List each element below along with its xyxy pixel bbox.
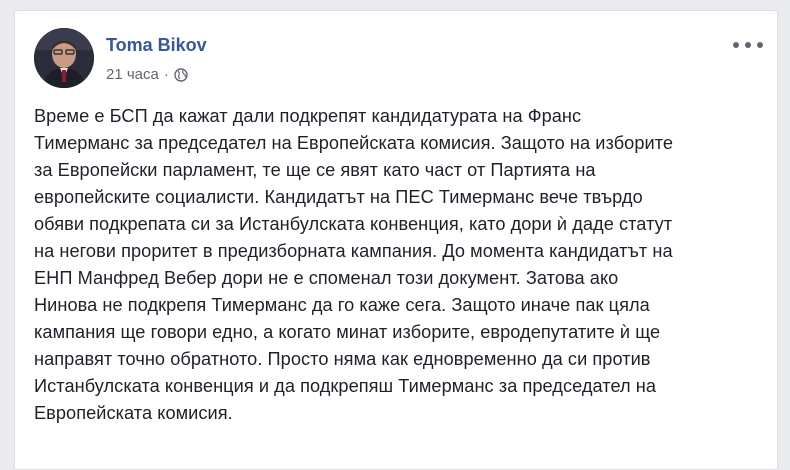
post-header: Toma Bikov 21 часа ·	[34, 28, 763, 92]
post-text-line: обяви подкрепата си за Истанбулската кон…	[34, 214, 673, 234]
post-text-line: Европейската комисия.	[34, 403, 233, 423]
more-dot	[745, 42, 751, 48]
post-body: Време е БСП да кажат дали подкрепят канд…	[34, 103, 769, 427]
post-meta: 21 часа ·	[106, 66, 188, 83]
more-options-icon[interactable]	[733, 38, 763, 52]
post-text-line: ЕНП Манфред Вебер дори не е споменал тоз…	[34, 268, 619, 288]
author-name-link[interactable]: Toma Bikov	[106, 35, 207, 56]
post-text-line: на негови проритет в предизборната кампа…	[34, 241, 673, 261]
post-text-line: за Европейски парламент, те ще се явят к…	[34, 160, 596, 180]
post-text-line: направят точно обратното. Просто няма ка…	[34, 349, 651, 369]
post-text-line: Тимерманс за председател на Европейската…	[34, 133, 674, 153]
post-text-line: кампания ще говори едно, а когато минат …	[34, 322, 661, 342]
meta-separator: ·	[163, 66, 169, 83]
globe-icon[interactable]	[174, 67, 188, 82]
avatar[interactable]	[34, 28, 94, 88]
post-text-line: Нинова не подкрепя Тимерманс да го каже …	[34, 295, 650, 315]
post-card: Toma Bikov 21 часа · Време е БСП да кажа…	[14, 10, 778, 470]
post-text-line: Истанбулската конвенция и да подкрепяш Т…	[34, 376, 657, 396]
post-text-line: европейските социалисти. Кандидатът на П…	[34, 187, 643, 207]
more-dot	[733, 42, 739, 48]
avatar-image	[34, 28, 94, 88]
post-timestamp[interactable]: 21 часа	[106, 66, 159, 83]
more-dot	[757, 42, 763, 48]
post-text-line: Време е БСП да кажат дали подкрепят канд…	[34, 106, 582, 126]
